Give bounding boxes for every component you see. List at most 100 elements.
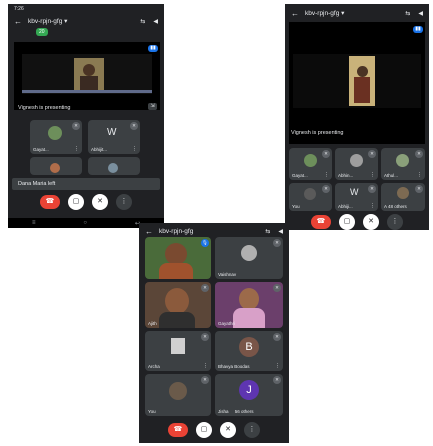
more-options-button[interactable]: ⋮ <box>116 194 132 210</box>
back-arrow-icon[interactable]: ← <box>291 9 305 18</box>
participant-tile[interactable]: ✕ Abhin... ⋮ <box>335 148 378 180</box>
speaker-icon[interactable]: ◀ <box>153 18 158 25</box>
avatar <box>48 126 62 140</box>
menu-icon[interactable]: ≡ <box>32 220 36 226</box>
more-options-icon[interactable]: ⋮ <box>132 146 137 152</box>
speaker-icon[interactable]: ◀ <box>278 228 283 235</box>
participant-name: Bhavya Boodas <box>218 364 250 369</box>
presenting-label: Vignesh is presenting <box>18 105 71 111</box>
mic-off-icon: ✕ <box>322 150 330 158</box>
participant-name: Gayathri <box>218 321 236 326</box>
participant-tile[interactable]: ✕ Athul... ⋮ <box>381 148 425 180</box>
participant-body <box>233 308 265 328</box>
status-bar: 7:26 <box>8 4 164 13</box>
participant-tile[interactable]: ✕ You <box>289 183 332 211</box>
avatar <box>165 243 187 265</box>
avatar <box>396 154 409 167</box>
mic-off-icon: ✕ <box>415 150 423 158</box>
letter-avatar: B <box>239 337 259 357</box>
others-tile[interactable]: ✕ A 48 others <box>381 183 425 211</box>
mic-off-icon: ✕ <box>273 376 281 384</box>
status-time: 7:26 <box>14 6 24 12</box>
presenter-body <box>354 77 370 103</box>
participant-tile[interactable]: ✕ Gayat... ⋮ <box>289 148 332 180</box>
participant-tile[interactable]: ✕ Gayathri <box>215 282 283 328</box>
participant-name: Jisha 56 others <box>218 409 254 414</box>
participant-name: Athul... <box>384 173 399 178</box>
pin-icon[interactable]: ⇲ <box>148 103 157 110</box>
camera-switch-icon[interactable]: ⇆ <box>265 228 270 235</box>
meeting-code[interactable]: kbv-rpjn-gfg <box>159 228 257 235</box>
more-options-icon[interactable]: ⋮ <box>370 203 375 209</box>
participant-tile[interactable] <box>30 157 82 175</box>
participant-tile[interactable]: ✕ Gayat... ⋮ <box>30 120 82 154</box>
avatar <box>239 288 259 310</box>
avatar <box>241 245 257 261</box>
more-options-button[interactable]: ⋮ <box>244 422 260 438</box>
presentation-stage[interactable]: ▮▮ <box>14 42 160 110</box>
participant-tile[interactable]: 🎙 <box>145 237 211 279</box>
phone-screen-3: ← kbv-rpjn-gfg ⇆ ◀ 🎙 ✕ Vaishnav ✕ Ajith … <box>139 223 289 443</box>
camera-switch-icon[interactable]: ⇆ <box>140 18 145 25</box>
meeting-code-text: kbv-rpjn-gfg <box>28 18 63 25</box>
meeting-code-text: kbv-rpjn-gfg <box>305 10 340 17</box>
call-controls: ☎ ▢ ✕ ⋮ <box>285 214 429 230</box>
camera-switch-icon[interactable]: ⇆ <box>405 10 410 17</box>
mic-off-icon: ✕ <box>201 376 209 384</box>
mic-off-icon: ✕ <box>201 284 209 292</box>
presentation-slide <box>293 54 421 108</box>
phone-screen-2: ← kbv-rpjn-gfg ▾ ⇆ ◀ ▮▮ Vignesh is prese… <box>285 4 429 230</box>
more-options-icon[interactable]: ⋮ <box>74 146 79 152</box>
participant-tile[interactable]: ✕ Ajith <box>145 282 211 328</box>
meeting-code[interactable]: kbv-rpjn-gfg ▾ <box>305 9 397 17</box>
mic-off-icon: ✕ <box>273 239 281 247</box>
end-call-button[interactable]: ☎ <box>40 195 60 209</box>
participant-tile[interactable]: W ✕ Abhijit... ⋮ <box>88 120 140 154</box>
participant-tile[interactable]: W ✕ Abhiji... ⋮ <box>335 183 378 211</box>
meeting-header: ← kbv-rpjn-gfg ⇆ ◀ <box>139 224 289 238</box>
participant-tile[interactable]: ✕ You <box>145 374 211 416</box>
mic-on-icon: 🎙 <box>201 239 209 247</box>
end-call-button[interactable]: ☎ <box>168 423 188 437</box>
mic-toggle-button[interactable]: ✕ <box>92 194 108 210</box>
call-controls: ☎ ▢ ✕ ⋮ <box>8 194 164 210</box>
speaker-icon[interactable]: ◀ <box>418 10 423 17</box>
mic-toggle-button[interactable]: ✕ <box>220 422 236 438</box>
mic-toggle-button[interactable]: ✕ <box>363 214 379 230</box>
back-arrow-icon[interactable]: ← <box>145 227 159 236</box>
more-options-button[interactable]: ⋮ <box>387 214 403 230</box>
more-options-icon[interactable]: ⋮ <box>324 172 329 178</box>
mic-off-icon: ✕ <box>273 284 281 292</box>
camera-toggle-button[interactable]: ▢ <box>68 194 84 210</box>
home-icon[interactable]: ○ <box>83 220 87 226</box>
participant-name: You <box>292 204 300 209</box>
camera-toggle-button[interactable]: ▢ <box>196 422 212 438</box>
others-tile[interactable]: J ✕ Jisha 56 others <box>215 374 283 416</box>
participant-count-badge[interactable]: 20 <box>36 28 48 36</box>
participant-tile[interactable] <box>88 157 140 175</box>
presenter-video <box>349 56 375 106</box>
avatar <box>169 382 187 400</box>
presenter-video <box>74 58 104 92</box>
mic-off-icon: ✕ <box>201 333 209 341</box>
meeting-code[interactable]: kbv-rpjn-gfg ▾ <box>28 17 132 25</box>
presentation-stage[interactable]: ▮▮ Vignesh is presenting <box>289 22 425 144</box>
more-options-icon[interactable]: ⋮ <box>203 363 208 369</box>
avatar <box>171 338 185 354</box>
camera-toggle-button[interactable]: ▢ <box>339 214 355 230</box>
mic-off-icon: ✕ <box>368 185 376 193</box>
participant-tile[interactable]: ✕ Archa ⋮ <box>145 331 211 371</box>
end-call-button[interactable]: ☎ <box>311 215 331 229</box>
more-options-icon[interactable]: ⋮ <box>417 172 422 178</box>
call-controls: ☎ ▢ ✕ ⋮ <box>139 422 289 438</box>
more-options-icon[interactable]: ⋮ <box>275 363 280 369</box>
participant-tile[interactable]: ✕ Vaishnav <box>215 237 283 279</box>
back-arrow-icon[interactable]: ← <box>14 17 28 26</box>
participant-first-name: Jisha <box>218 409 229 414</box>
more-options-icon[interactable]: ⋮ <box>370 172 375 178</box>
participant-tile[interactable]: B ✕ Bhavya Boodas ⋮ <box>215 331 283 371</box>
participant-name: Ajith <box>148 321 157 326</box>
presenter-head <box>357 66 368 77</box>
others-count: 56 others <box>234 409 254 414</box>
letter-avatar: J <box>239 380 259 400</box>
